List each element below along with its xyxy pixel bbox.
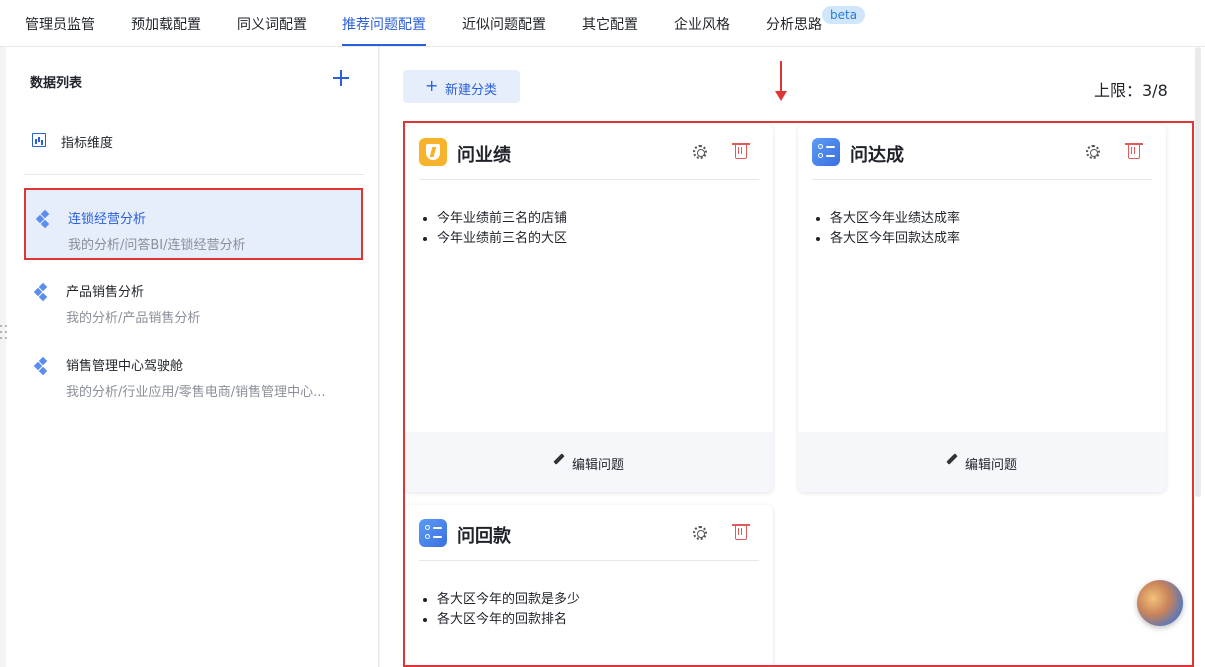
question-list: 今年业绩前三名的店铺 今年业绩前三名的大区 [437, 209, 567, 249]
list-item: 各大区今年的回款排名 [437, 610, 580, 630]
dataset-path: 我的分析/行业应用/零售电商/销售管理中心... [66, 385, 326, 400]
list-icon [419, 519, 447, 547]
shield-bolt-icon [419, 138, 447, 166]
tab-other-config[interactable]: 其它配置 [582, 14, 638, 34]
resize-handle[interactable] [0, 325, 8, 341]
new-category-button[interactable]: + 新建分类 [403, 70, 520, 103]
list-item: 今年业绩前三名的店铺 [437, 209, 567, 229]
tab-synonym-config[interactable]: 同义词配置 [237, 14, 307, 34]
tab-similar-questions[interactable]: 近似问题配置 [462, 14, 546, 34]
tab-recommended-questions[interactable]: 推荐问题配置 [342, 14, 426, 34]
annotation-arrow [780, 61, 782, 91]
dataset-path: 我的分析/问答BI/连锁经营分析 [68, 238, 246, 253]
data-list-sidebar: 数据列表 指标维度 连锁经营分析 我的分析/问答BI/连锁经营分析 产品销售分析… [6, 47, 379, 667]
dataset-name: 销售管理中心驾驶舱 [66, 359, 184, 374]
tab-enterprise-style[interactable]: 企业风格 [674, 14, 730, 34]
list-item: 各大区今年业绩达成率 [830, 209, 960, 229]
sidebar-title: 数据列表 [30, 76, 83, 91]
edit-questions-label: 编辑问题 [572, 458, 625, 473]
trash-icon[interactable] [1125, 143, 1143, 159]
dataset-item-sales-cockpit[interactable]: 销售管理中心驾驶舱 我的分析/行业应用/零售电商/销售管理中心... [24, 337, 363, 409]
dataset-icon [33, 282, 51, 302]
pencil-icon [946, 453, 958, 465]
edit-questions-button[interactable]: 编辑问题 [798, 432, 1166, 492]
divider [419, 179, 759, 180]
vertical-scrollbar[interactable] [1195, 47, 1201, 497]
gear-icon[interactable] [1086, 145, 1100, 159]
trash-icon[interactable] [732, 143, 750, 159]
dataset-name: 连锁经营分析 [68, 212, 147, 227]
card-title: 问业绩 [457, 145, 511, 166]
add-data-button[interactable] [330, 67, 352, 89]
dataset-path: 我的分析/产品销售分析 [66, 311, 201, 326]
category-card-performance: 问业绩 今年业绩前三名的店铺 今年业绩前三名的大区 编辑问题 [405, 124, 773, 492]
tab-admin-monitor[interactable]: 管理员监管 [25, 14, 95, 34]
sidebar-item-metrics[interactable]: 指标维度 [30, 131, 230, 151]
assistant-avatar-button[interactable] [1137, 580, 1183, 626]
plus-icon: + [425, 76, 439, 95]
list-item: 各大区今年的回款是多少 [437, 590, 580, 610]
dataset-icon [35, 209, 53, 229]
gear-icon[interactable] [693, 145, 707, 159]
question-list: 各大区今年业绩达成率 各大区今年回款达成率 [830, 209, 960, 249]
tab-preload-config[interactable]: 预加载配置 [131, 14, 201, 34]
edit-questions-label: 编辑问题 [965, 458, 1018, 473]
annotation-arrow-head [775, 91, 787, 101]
category-card-achievement: 问达成 各大区今年业绩达成率 各大区今年回款达成率 编辑问题 [798, 124, 1166, 492]
dataset-name: 产品销售分析 [66, 285, 145, 300]
top-tab-bar: 管理员监管 预加载配置 同义词配置 推荐问题配置 近似问题配置 其它配置 企业风… [0, 0, 1205, 47]
category-limit: 上限：3/8 [1094, 81, 1168, 100]
card-title: 问达成 [850, 145, 904, 166]
tab-analysis-approach[interactable]: 分析思路 [766, 14, 822, 34]
pencil-icon [553, 453, 565, 465]
main-panel: + 新建分类 上限：3/8 问业绩 今年业绩前三名的店铺 今年业绩前三名的大区 … [380, 47, 1205, 667]
new-category-label: 新建分类 [445, 83, 498, 98]
card-title: 问回款 [457, 526, 511, 547]
active-tab-indicator [342, 44, 426, 46]
divider [24, 174, 364, 175]
chart-icon [32, 133, 46, 147]
dataset-icon [33, 356, 51, 376]
gear-icon[interactable] [693, 526, 707, 540]
category-card-payment: 问回款 各大区今年的回款是多少 各大区今年的回款排名 [405, 505, 773, 667]
divider [419, 560, 759, 561]
edit-questions-button[interactable]: 编辑问题 [405, 432, 773, 492]
list-item: 各大区今年回款达成率 [830, 229, 960, 249]
sidebar-item-label: 指标维度 [61, 136, 114, 151]
divider [812, 179, 1152, 180]
list-icon [812, 138, 840, 166]
question-list: 各大区今年的回款是多少 各大区今年的回款排名 [437, 590, 580, 630]
dataset-item-chain-ops[interactable]: 连锁经营分析 我的分析/问答BI/连锁经营分析 [24, 188, 363, 260]
list-item: 今年业绩前三名的大区 [437, 229, 567, 249]
dataset-item-product-sales[interactable]: 产品销售分析 我的分析/产品销售分析 [24, 263, 363, 335]
beta-badge: beta [822, 6, 866, 24]
trash-icon[interactable] [732, 524, 750, 540]
